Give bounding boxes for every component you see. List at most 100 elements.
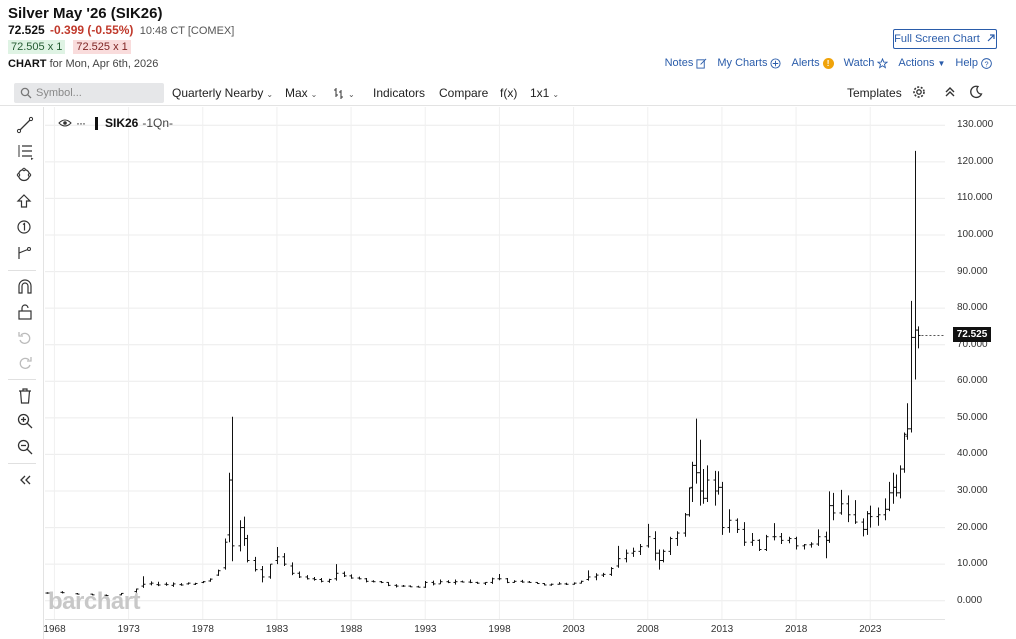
svg-text:?: ? [984, 59, 988, 68]
redo-button[interactable] [16, 354, 34, 372]
ohlc-bar [675, 531, 680, 546]
price-axis[interactable]: 0.000 10.000 20.000 30.000 40.000 50.000 60.00… [945, 107, 1016, 619]
svg-text:▸: ▸ [31, 156, 34, 160]
ohlc-bar [750, 533, 755, 546]
ohlc-bar [898, 465, 903, 499]
y-tick-label: 20.000 [957, 521, 988, 533]
arrow-tool[interactable] [16, 193, 34, 211]
watch-link[interactable]: Watch [844, 57, 889, 69]
ohlc-bar [475, 581, 480, 584]
ohlc-bar [312, 576, 317, 581]
layout-dropdown[interactable]: 1x1 ⌄ [530, 86, 559, 100]
help-link[interactable]: Help ? [955, 57, 992, 69]
x-tick-label: 1998 [488, 624, 511, 635]
trendline-tool[interactable] [16, 116, 34, 134]
ohlc-bar [586, 570, 591, 581]
contract-dropdown[interactable]: Quarterly Nearby ⌄ [172, 86, 273, 100]
ohlc-bar [208, 578, 213, 582]
y-tick-label: 100.000 [957, 229, 994, 240]
alerts-label: Alerts [791, 57, 820, 69]
ohlc-bar [557, 582, 562, 585]
alerts-link[interactable]: Alerts ! [791, 57, 834, 69]
plus-circle-icon [770, 57, 782, 69]
ohlc-bar [297, 571, 302, 579]
divider [8, 379, 36, 380]
caret-down-icon: ▼ [937, 58, 946, 68]
layout-label: 1x1 [530, 86, 550, 100]
page-title: Silver May '26 (SIK26) [8, 5, 163, 22]
delete-tool[interactable] [16, 387, 34, 405]
settings-button[interactable] [912, 85, 926, 102]
notes-link[interactable]: Notes [665, 57, 708, 69]
quote-time: 10:48 CT [COMEX] [139, 25, 235, 37]
y-tick-label: 30.000 [957, 485, 988, 496]
my-charts-link[interactable]: My Charts [717, 57, 782, 69]
number-one-circle-icon [17, 220, 31, 234]
search-icon [20, 87, 32, 99]
y-tick-label: 90.000 [957, 265, 988, 277]
ohlc-bar [624, 549, 629, 563]
ohlc-bars-icon [334, 88, 343, 99]
time-axis[interactable]: 1968 1973 1978 1983 1988 1993 1998 2003 2008 2013… [43, 619, 945, 639]
full-screen-chart-button[interactable]: Full Screen Chart [893, 29, 997, 49]
ohlc-bar [371, 580, 376, 583]
ohlc-bar [809, 542, 814, 548]
zoom-in-button[interactable] [16, 412, 34, 430]
double-chevron-up-icon [945, 87, 955, 97]
more-options-icon[interactable]: ··· [76, 116, 86, 130]
drawing-tools-sidebar: ▸ [0, 107, 44, 639]
lock-tool[interactable] [16, 303, 34, 321]
dark-mode-toggle[interactable] [969, 85, 983, 102]
ohlc-bar [520, 579, 525, 583]
ohlc-bar [542, 583, 547, 586]
top-links: Notes My Charts Alerts ! Watch Actions ▼… [665, 57, 992, 69]
contract-label: Quarterly Nearby [172, 86, 264, 100]
ohlc-bar [512, 580, 517, 583]
price-chart[interactable] [45, 107, 945, 619]
ohlc-bar [883, 498, 888, 521]
collapse-header-button[interactable] [943, 85, 957, 102]
ohlc-bar [902, 432, 907, 473]
actions-label: Actions [898, 57, 935, 69]
chevron-down-icon: ⌄ [266, 90, 274, 99]
indicators-button[interactable]: Indicators [373, 86, 425, 100]
compare-button[interactable]: Compare [439, 86, 488, 100]
shape-icon [16, 167, 32, 182]
fibonacci-tool[interactable]: ▸ [16, 142, 34, 162]
shapes-tool[interactable] [16, 167, 34, 185]
ohlc-bar [579, 580, 584, 584]
trash-icon [19, 388, 31, 404]
ohlc-bar [827, 491, 832, 543]
annotation-tool[interactable] [16, 218, 34, 236]
period-label: Max [285, 86, 308, 100]
templates-button[interactable]: Templates [847, 86, 902, 100]
chart-label: CHART [8, 58, 47, 70]
eye-icon[interactable] [58, 118, 72, 128]
ohlc-bar [839, 489, 844, 515]
actions-menu[interactable]: Actions ▼ [898, 57, 945, 69]
my-charts-label: My Charts [717, 57, 768, 69]
measure-tool[interactable] [16, 244, 34, 262]
ohlc-bar [260, 565, 265, 583]
ohlc-bar [394, 584, 399, 588]
chart-date: for Mon, Apr 6th, 2026 [49, 58, 159, 70]
ohlc-bar [342, 571, 347, 577]
collapse-sidebar-button[interactable] [16, 471, 34, 489]
undo-button[interactable] [16, 329, 34, 347]
period-dropdown[interactable]: Max ⌄ [285, 86, 317, 100]
x-tick-label: 2013 [710, 624, 734, 635]
ohlc-bar [227, 472, 232, 543]
symbol-search-input[interactable]: Symbol... [14, 83, 164, 103]
gear-icon [913, 86, 925, 98]
ohlc-bar [549, 583, 554, 586]
divider [8, 463, 36, 464]
ohlc-bar [149, 581, 154, 586]
magnet-tool[interactable] [16, 278, 34, 296]
ohlc-bar [431, 580, 436, 586]
ohlc-bar [141, 576, 146, 588]
chart-type-dropdown[interactable]: ⌄ [333, 86, 355, 100]
fx-button[interactable]: f(x) [500, 86, 517, 100]
x-tick-label: 1983 [265, 624, 289, 635]
zoom-out-button[interactable] [16, 438, 34, 456]
ohlc-bar [831, 492, 836, 521]
